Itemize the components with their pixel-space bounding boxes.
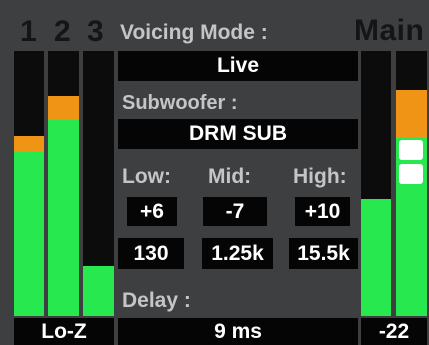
channel-3-meter xyxy=(83,51,114,316)
eq-high-gain[interactable]: +10 xyxy=(295,197,350,226)
eq-low-label: Low: xyxy=(122,165,171,188)
channel-1-number: 1 xyxy=(20,15,37,48)
voicing-mode-label: Voicing Mode : xyxy=(120,21,268,44)
main-fader-knob-upper[interactable] xyxy=(399,140,423,160)
eq-mid-label: Mid: xyxy=(208,165,252,188)
main-fader-knob-lower[interactable] xyxy=(399,164,423,184)
delay-label: Delay : xyxy=(122,289,191,312)
channel-2-meter-orange xyxy=(48,96,79,120)
delay-value[interactable]: 9 ms xyxy=(118,318,358,345)
eq-low-gain[interactable]: +6 xyxy=(127,197,177,226)
eq-low-freq[interactable]: 130 xyxy=(118,238,184,269)
channel-2-meter-green xyxy=(48,120,79,316)
input-type-button[interactable]: Lo-Z xyxy=(14,318,114,345)
eq-mid-freq[interactable]: 1.25k xyxy=(202,238,273,269)
channel-3-meter-green xyxy=(83,266,114,316)
channel-3-number: 3 xyxy=(87,15,104,48)
main-meter-left xyxy=(361,51,391,316)
eq-mid-gain[interactable]: -7 xyxy=(203,197,267,226)
eq-high-freq[interactable]: 15.5k xyxy=(289,238,358,269)
subwoofer-label: Subwoofer : xyxy=(122,92,238,114)
channel-2-meter xyxy=(48,51,79,316)
main-meter-right xyxy=(396,51,427,316)
channel-1-meter xyxy=(14,51,44,316)
main-level-value[interactable]: -22 xyxy=(361,318,427,345)
subwoofer-value[interactable]: DRM SUB xyxy=(118,119,358,149)
channel-2-number: 2 xyxy=(54,15,71,48)
voicing-mode-value[interactable]: Live xyxy=(118,51,358,81)
channel-1-meter-orange xyxy=(14,136,44,152)
main-meter-left-green xyxy=(361,199,391,316)
mixer-screen: 1 2 3 Lo-Z Voicing Mode : Live Subwoofer… xyxy=(0,0,429,345)
channel-1-meter-green xyxy=(14,152,44,316)
eq-high-label: High: xyxy=(293,165,347,188)
main-meter-right-orange xyxy=(396,90,427,138)
main-label: Main xyxy=(354,14,425,47)
